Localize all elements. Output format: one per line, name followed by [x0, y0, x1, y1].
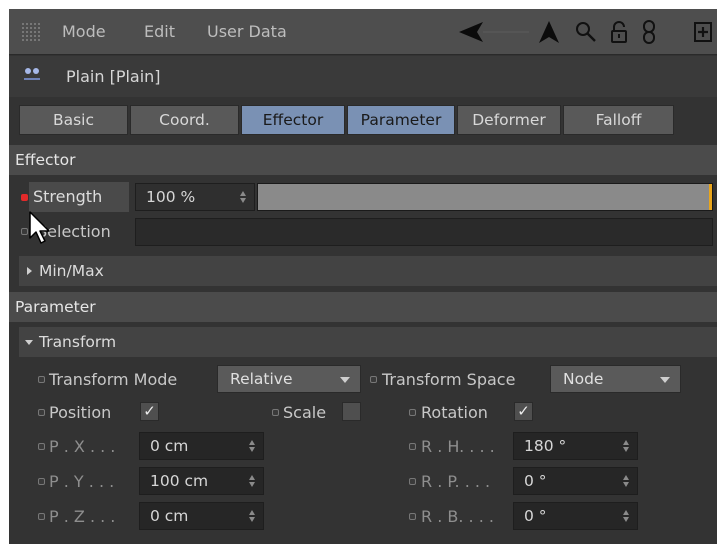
pz-value: 0 cm: [150, 507, 189, 525]
rb-label: R . B. . . .: [421, 507, 494, 526]
panel-grip-icon[interactable]: [21, 22, 41, 42]
stepper-arrows-icon[interactable]: [623, 509, 629, 523]
strength-label: Strength: [33, 187, 103, 206]
transform-space-dropdown[interactable]: Node: [550, 365, 681, 393]
tab-deformer[interactable]: Deformer: [457, 105, 561, 135]
menu-bar: Mode Edit User Data: [9, 9, 717, 55]
stepper-arrows-icon[interactable]: [240, 190, 246, 204]
rp-label: R . P. . . .: [421, 472, 491, 491]
rotation-checkbox[interactable]: ✓: [514, 402, 533, 421]
null-object-icon: [23, 66, 41, 84]
menu-edit[interactable]: Edit: [144, 22, 175, 41]
collapse-arrow-icon[interactable]: [19, 336, 39, 348]
stepper-arrows-icon[interactable]: [623, 439, 629, 453]
rp-field[interactable]: 0 °: [513, 467, 638, 495]
py-field[interactable]: 100 cm: [139, 467, 264, 495]
link-icon[interactable]: [637, 9, 661, 55]
stepper-arrows-icon[interactable]: [623, 474, 629, 488]
animation-indicator[interactable]: [38, 409, 45, 416]
animation-indicator[interactable]: [409, 478, 416, 485]
menu-user-data[interactable]: User Data: [207, 22, 287, 41]
minmax-label: Min/Max: [39, 262, 104, 280]
effector-section-header[interactable]: Effector: [9, 145, 717, 175]
slider-fill: [258, 184, 712, 210]
stepper-arrows-icon[interactable]: [249, 439, 255, 453]
new-panel-icon[interactable]: [689, 9, 717, 55]
rotation-label: Rotation: [421, 403, 488, 422]
scale-label: Scale: [283, 403, 327, 422]
transform-mode-row: Transform Mode Relative Transform Space …: [9, 362, 717, 396]
py-value: 100 cm: [150, 472, 209, 490]
chevron-down-icon: [340, 377, 350, 383]
tab-basic[interactable]: Basic: [19, 105, 128, 135]
mouse-cursor-icon: [28, 210, 54, 246]
pz-label: P . Z . . .: [49, 507, 116, 526]
pz-field[interactable]: 0 cm: [139, 502, 264, 530]
animation-indicator[interactable]: [370, 376, 377, 383]
attribute-manager: Mode Edit User Data Plain [Plain] Basic …: [9, 9, 717, 544]
lock-icon[interactable]: [607, 9, 631, 55]
selection-field[interactable]: [135, 218, 713, 246]
stepper-arrows-icon[interactable]: [249, 509, 255, 523]
keyframe-indicator[interactable]: [21, 194, 28, 201]
strength-value: 100 %: [146, 188, 196, 206]
px-rh-row: P . X . . . 0 cm R . H. . . . 180 °: [9, 429, 717, 463]
minmax-group[interactable]: Min/Max: [19, 256, 717, 286]
animation-indicator[interactable]: [38, 443, 45, 450]
pz-rb-row: P . Z . . . 0 cm R . B. . . . 0 °: [9, 499, 717, 533]
animation-indicator[interactable]: [38, 376, 45, 383]
animation-indicator[interactable]: [409, 443, 416, 450]
animation-indicator[interactable]: [272, 409, 279, 416]
rb-field[interactable]: 0 °: [513, 502, 638, 530]
strength-row: Strength 100 %: [9, 180, 717, 214]
strength-slider[interactable]: [257, 183, 713, 211]
py-label: P . Y . . .: [49, 472, 115, 491]
transform-mode-dropdown[interactable]: Relative: [217, 365, 361, 393]
rp-value: 0 °: [524, 472, 547, 490]
search-icon[interactable]: [573, 9, 599, 55]
object-header: Plain [Plain]: [9, 56, 717, 97]
position-checkbox[interactable]: ✓: [140, 402, 159, 421]
py-rp-row: P . Y . . . 100 cm R . P. . . . 0 °: [9, 464, 717, 498]
rh-value: 180 °: [524, 437, 567, 455]
back-arrow-icon[interactable]: [449, 9, 531, 55]
transform-label: Transform: [39, 333, 117, 351]
px-field[interactable]: 0 cm: [139, 432, 264, 460]
tab-falloff[interactable]: Falloff: [563, 105, 674, 135]
transform-group[interactable]: Transform: [19, 327, 717, 357]
tab-effector[interactable]: Effector: [241, 105, 345, 135]
tab-coord[interactable]: Coord.: [130, 105, 239, 135]
menu-mode[interactable]: Mode: [62, 22, 106, 41]
rh-field[interactable]: 180 °: [513, 432, 638, 460]
px-label: P . X . . .: [49, 437, 116, 456]
tab-bar: Basic Coord. Effector Parameter Deformer…: [9, 99, 717, 145]
transform-mode-label: Transform Mode: [49, 370, 178, 389]
transform-space-label: Transform Space: [382, 370, 516, 389]
stepper-arrows-icon[interactable]: [249, 474, 255, 488]
animation-indicator[interactable]: [21, 228, 28, 235]
tab-parameter[interactable]: Parameter: [347, 105, 455, 135]
up-arrow-icon[interactable]: [536, 9, 562, 55]
animation-indicator[interactable]: [409, 513, 416, 520]
animation-indicator[interactable]: [38, 513, 45, 520]
animation-indicator[interactable]: [409, 409, 416, 416]
rb-value: 0 °: [524, 507, 547, 525]
expand-arrow-icon[interactable]: [19, 265, 39, 277]
chevron-down-icon: [660, 377, 670, 383]
transform-channels-row: Position ✓ Scale Rotation ✓: [9, 395, 717, 429]
transform-space-value: Node: [563, 370, 604, 388]
slider-handle[interactable]: [709, 184, 712, 210]
scale-checkbox[interactable]: [342, 402, 361, 421]
parameter-section-header[interactable]: Parameter: [9, 292, 717, 322]
animation-indicator[interactable]: [38, 478, 45, 485]
strength-field[interactable]: 100 %: [135, 183, 255, 211]
position-label: Position: [49, 403, 112, 422]
px-value: 0 cm: [150, 437, 189, 455]
selection-row: Selection: [9, 215, 717, 249]
rh-label: R . H. . . .: [421, 437, 495, 456]
object-name: Plain [Plain]: [66, 67, 161, 86]
transform-mode-value: Relative: [230, 370, 293, 388]
